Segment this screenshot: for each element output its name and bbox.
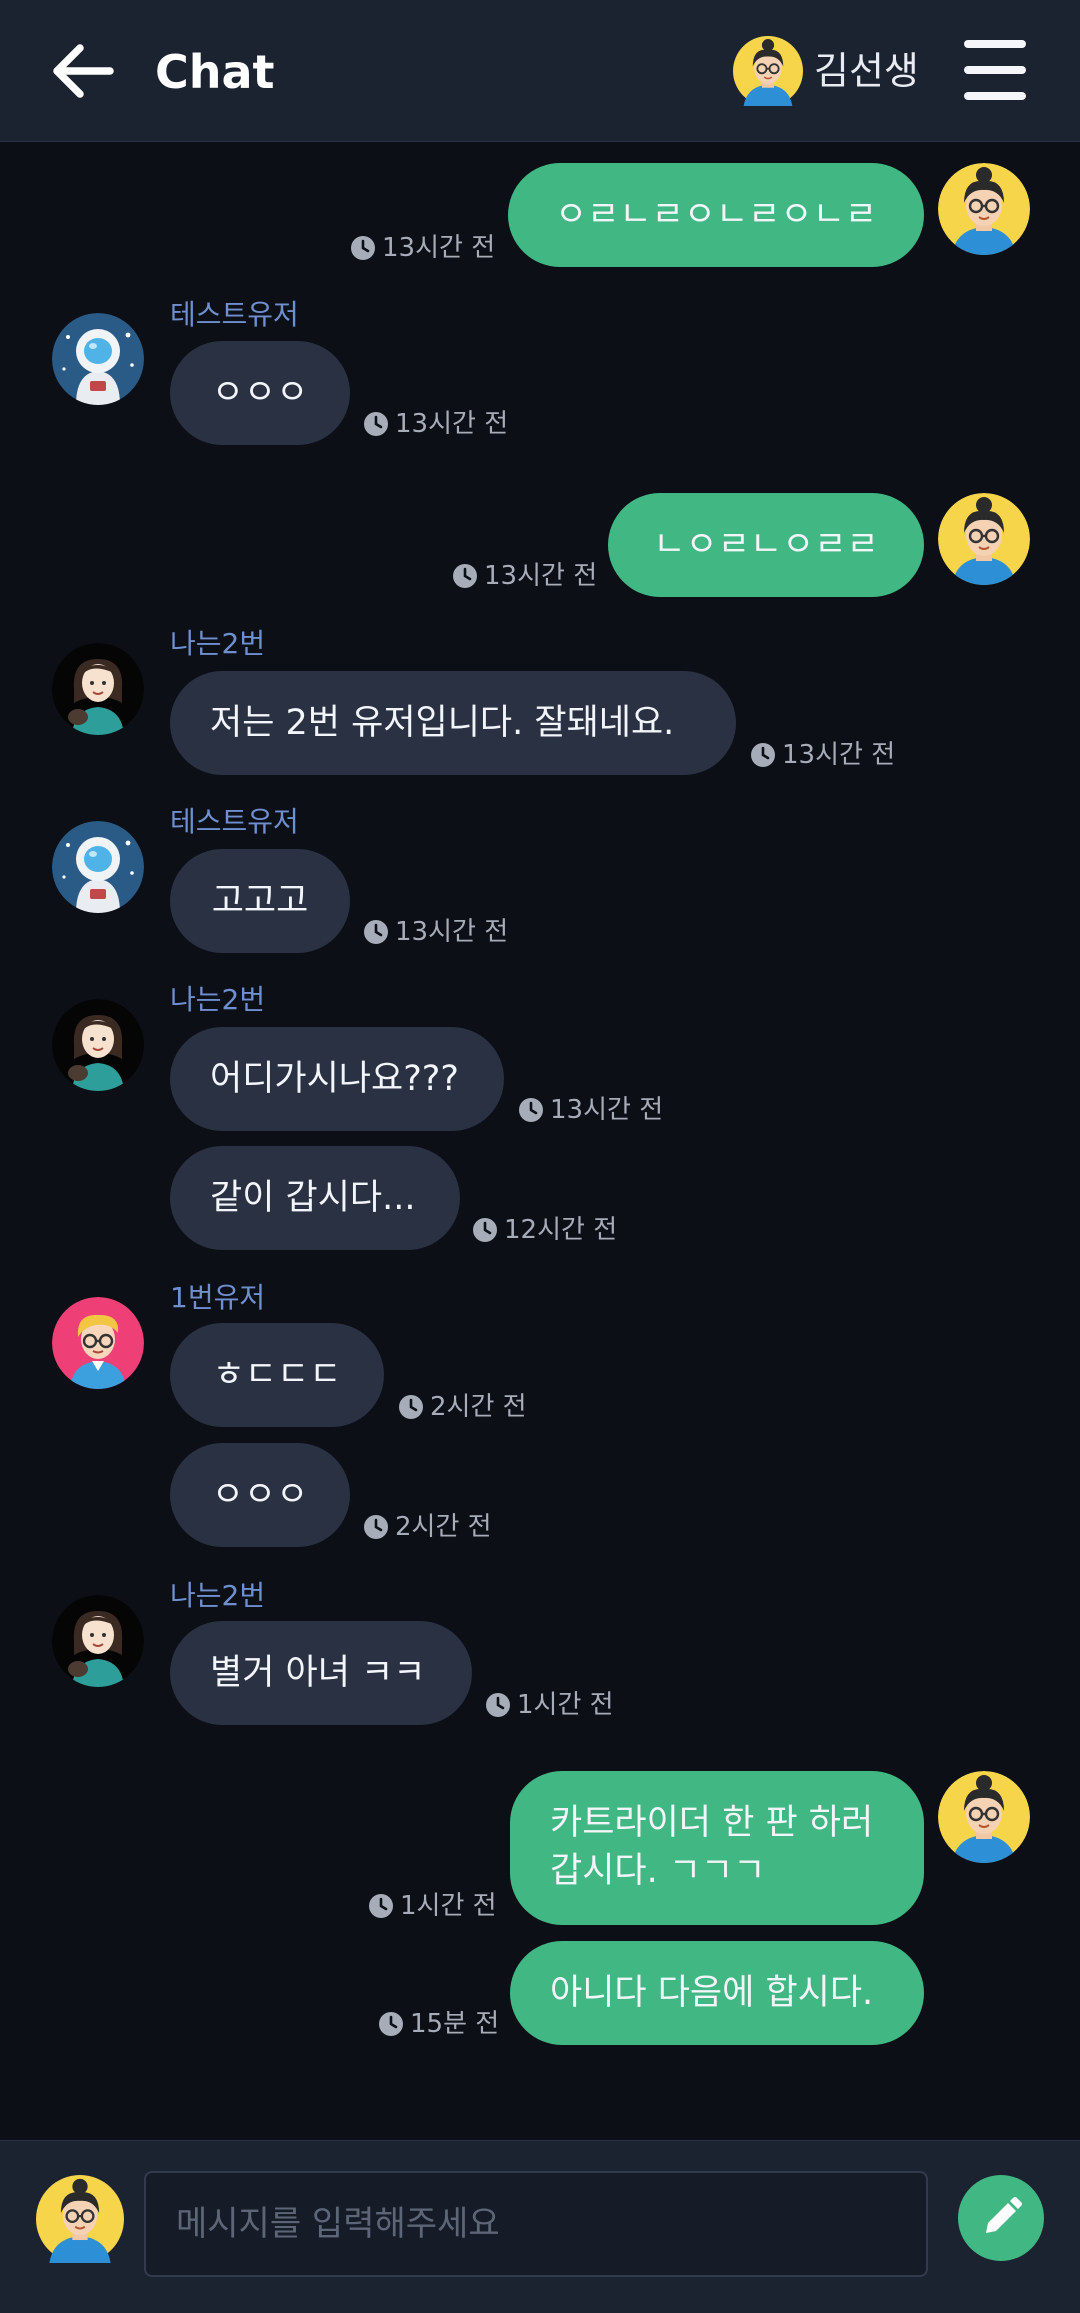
avatar <box>52 1297 144 1389</box>
clock-icon <box>378 2011 404 2037</box>
outgoing-message-bubble[interactable]: ㄴㅇㄹㄴㅇㄹㄹ <box>608 493 924 597</box>
message-time: 2시간 전 <box>398 1392 527 1422</box>
sender-name: 테스트유저 <box>170 298 299 331</box>
message-time: 13시간 전 <box>750 740 895 770</box>
incoming-message-bubble[interactable]: 어디가시나요??? <box>170 1027 504 1131</box>
message-time: 12시간 전 <box>472 1215 617 1245</box>
menu-button[interactable] <box>964 40 1028 100</box>
message-composer <box>0 2140 1080 2313</box>
hamburger-menu-icon <box>964 40 1026 48</box>
message-time: 15분 전 <box>378 2009 499 2039</box>
clock-icon <box>398 1394 424 1420</box>
outgoing-message-bubble[interactable]: ㅇㄹㄴㄹㅇㄴㄹㅇㄴㄹ <box>508 163 924 267</box>
message-time: 13시간 전 <box>452 561 597 591</box>
pencil-icon <box>986 2197 1022 2233</box>
sender-name: 테스트유저 <box>170 805 299 838</box>
message-time: 2시간 전 <box>363 1512 492 1542</box>
clock-icon <box>518 1097 544 1123</box>
avatar <box>938 163 1030 255</box>
avatar <box>52 999 144 1091</box>
avatar <box>52 821 144 913</box>
page-title: Chat <box>155 45 275 99</box>
back-button[interactable] <box>48 38 118 104</box>
chat-header: Chat 김선생 <box>0 0 1080 142</box>
incoming-message-bubble[interactable]: 같이 갑시다... <box>170 1146 460 1250</box>
clock-icon <box>750 742 776 768</box>
avatar <box>52 643 144 735</box>
send-button[interactable] <box>958 2175 1044 2261</box>
incoming-message-bubble[interactable]: ㅇㅇㅇ <box>170 341 350 445</box>
avatar <box>52 313 144 405</box>
avatar <box>52 1595 144 1687</box>
clock-icon <box>363 1514 389 1540</box>
message-time: 13시간 전 <box>363 917 508 947</box>
message-time: 1시간 전 <box>368 1891 497 1921</box>
incoming-message-bubble[interactable]: 고고고 <box>170 849 350 953</box>
sender-name: 나는2번 <box>170 627 266 660</box>
message-list[interactable]: ㅇㄹㄴㄹㅇㄴㄹㅇㄴㄹ 13시간 전 테스트유저 ㅇㅇㅇ 13시간 전 ㄴㅇㄹㄴㅇ… <box>0 143 1080 2139</box>
message-time: 13시간 전 <box>350 233 495 263</box>
outgoing-message-bubble[interactable]: 카트라이더 한 판 하러 갑시다. ㄱㄱㄱ <box>510 1771 924 1925</box>
message-input[interactable] <box>144 2171 928 2277</box>
message-time: 1시간 전 <box>485 1690 614 1720</box>
arrow-left-icon <box>53 44 114 98</box>
clock-icon <box>350 235 376 261</box>
clock-icon <box>485 1692 511 1718</box>
incoming-message-bubble[interactable]: ㅇㅇㅇ <box>170 1443 350 1547</box>
clock-icon <box>368 1893 394 1919</box>
clock-icon <box>363 919 389 945</box>
avatar <box>938 1771 1030 1863</box>
current-user-avatar <box>36 2175 124 2263</box>
clock-icon <box>363 411 389 437</box>
sender-name: 1번유저 <box>170 1281 266 1314</box>
avatar <box>938 493 1030 585</box>
sender-name: 나는2번 <box>170 983 266 1016</box>
incoming-message-bubble[interactable]: 별거 아녀 ㅋㅋ <box>170 1621 472 1725</box>
current-user-avatar[interactable] <box>733 36 803 106</box>
incoming-message-bubble[interactable]: ㅎㄷㄷㄷ <box>170 1323 384 1427</box>
message-time: 13시간 전 <box>363 409 508 439</box>
incoming-message-bubble[interactable]: 저는 2번 유저입니다. 잘돼네요. <box>170 671 736 775</box>
message-time: 13시간 전 <box>518 1095 663 1125</box>
clock-icon <box>452 563 478 589</box>
sender-name: 나는2번 <box>170 1579 266 1612</box>
clock-icon <box>472 1217 498 1243</box>
outgoing-message-bubble[interactable]: 아니다 다음에 합시다. <box>510 1941 924 2045</box>
current-user-name[interactable]: 김선생 <box>814 46 919 96</box>
